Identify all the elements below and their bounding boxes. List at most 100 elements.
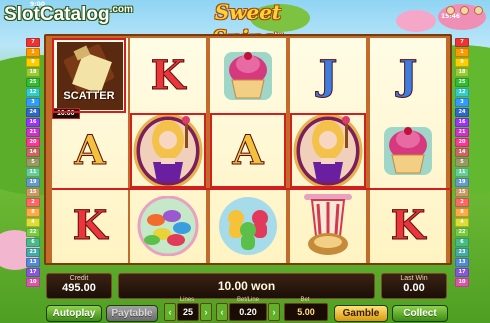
- game-logo: Sweet Spinstm: [213, 0, 284, 49]
- game-stage: SlotCatalog.com 9:00 15:46 Sweet Spinstm…: [0, 0, 490, 323]
- winning-payline: [52, 188, 452, 190]
- last-win-panel: Last Win 0.00: [381, 273, 447, 299]
- payline-number: 20: [455, 138, 469, 147]
- symbol-a: A: [52, 113, 128, 188]
- symbol-letter: J: [398, 51, 418, 99]
- win-cell-highlight: [130, 113, 206, 188]
- menu-icon[interactable]: [460, 6, 469, 15]
- credit-panel: Credit 495.00: [46, 273, 112, 299]
- lines-decrease-button[interactable]: ‹: [164, 303, 176, 321]
- payline-number: 15: [26, 188, 40, 197]
- payline-number: 8: [455, 208, 469, 217]
- payline-number: 3: [26, 98, 40, 107]
- reel-5: JK: [370, 38, 446, 263]
- credit-label: Credit: [69, 275, 89, 282]
- lines-increase-button[interactable]: ›: [200, 303, 212, 321]
- symbol-j: J: [370, 38, 446, 113]
- payline-number: 9: [455, 58, 469, 67]
- symbol-k: K: [52, 188, 128, 263]
- watermark-logo: SlotCatalog.com: [4, 4, 133, 25]
- payline-number: 1: [455, 48, 469, 57]
- symbol-letter: K: [150, 51, 186, 99]
- payline-number: 9: [26, 58, 40, 67]
- bet-line-decrease-button[interactable]: ‹: [216, 303, 228, 321]
- payline-number: 23: [455, 248, 469, 257]
- payline-number: 22: [455, 228, 469, 237]
- payline-number: 19: [455, 178, 469, 187]
- payline-number: 14: [26, 148, 40, 157]
- symbol-letter: K: [72, 201, 108, 249]
- payline-number: 17: [26, 268, 40, 277]
- win-panel: 10.00 won: [118, 273, 375, 299]
- payline-number: 13: [455, 258, 469, 267]
- payline-number: 25: [455, 78, 469, 87]
- payline-number: 16: [455, 118, 469, 127]
- scatter-highlight: [52, 38, 126, 113]
- payline-number: 12: [26, 88, 40, 97]
- payline-number: 20: [26, 138, 40, 147]
- payline-number: 23: [26, 248, 40, 257]
- status-time-left: 9:00: [30, 1, 45, 8]
- payline-number: 10: [26, 278, 40, 287]
- symbol-cupcake: [370, 113, 446, 188]
- payline-number: 12: [455, 88, 469, 97]
- payline-number: 3: [455, 98, 469, 107]
- payline-number: 7: [26, 38, 40, 47]
- candy-tree: [396, 10, 436, 32]
- payline-number: 16: [26, 118, 40, 127]
- last-win-label: Last Win: [400, 275, 428, 282]
- payline-number: 6: [455, 238, 469, 247]
- payline-number: 25: [26, 78, 40, 87]
- payline-number: 4: [455, 218, 469, 227]
- symbol-cake-stand: [290, 188, 366, 263]
- payline-number: 24: [455, 108, 469, 117]
- payline-number: 5: [26, 158, 40, 167]
- payline-number: 10: [455, 278, 469, 287]
- payline-number: 2: [26, 198, 40, 207]
- symbol-k: K: [130, 38, 206, 113]
- payline-number: 8: [26, 208, 40, 217]
- close-icon[interactable]: [474, 6, 483, 15]
- last-win-value: 0.00: [403, 282, 425, 294]
- sound-icon[interactable]: [446, 6, 455, 15]
- lines-value: 25: [177, 303, 199, 321]
- payline-number: 19: [26, 178, 40, 187]
- symbol-k: K: [370, 188, 446, 263]
- payline-number: 24: [26, 108, 40, 117]
- symbol-cupcake: [210, 38, 286, 113]
- win-message: 10.00 won: [217, 279, 276, 293]
- payline-number: 17: [455, 268, 469, 277]
- symbol-j: J: [290, 38, 366, 113]
- payline-indicators-left: 7 1 9 18 25 12 3 24 16 21 20 14 5 11 19 15 2 8 4 22 6 23 13 17 1…: [26, 38, 40, 287]
- symbol-letter: A: [74, 126, 106, 174]
- bet-value: 5.00: [284, 303, 328, 321]
- payline-number: 21: [26, 128, 40, 137]
- payline-number: 2: [455, 198, 469, 207]
- gamble-button[interactable]: Gamble: [334, 305, 388, 322]
- payline-number: 13: [26, 258, 40, 267]
- payline-number: 11: [455, 168, 469, 177]
- autoplay-button[interactable]: Autoplay: [46, 305, 102, 322]
- payline-number: 1: [26, 48, 40, 57]
- bet-line-value: 0.20: [229, 303, 267, 321]
- payline-number: 4: [26, 218, 40, 227]
- payline-number: 18: [26, 68, 40, 77]
- payline-number: 5: [455, 158, 469, 167]
- payline-number: 6: [26, 238, 40, 247]
- collect-button[interactable]: Collect: [392, 305, 448, 322]
- symbol-letter: K: [390, 201, 426, 249]
- payline-number: 21: [455, 128, 469, 137]
- bet-line-increase-button[interactable]: ›: [268, 303, 280, 321]
- payline-number: 18: [455, 68, 469, 77]
- symbol-letter: J: [318, 51, 338, 99]
- payline-number: 22: [26, 228, 40, 237]
- payline-number: 14: [455, 148, 469, 157]
- win-cell-highlight: [290, 113, 366, 188]
- payline-number: 15: [455, 188, 469, 197]
- payline-number: 11: [26, 168, 40, 177]
- paytable-button[interactable]: Paytable: [106, 305, 158, 322]
- win-cell-highlight: [210, 113, 286, 188]
- symbol-jellybeans: [130, 188, 206, 263]
- credit-value: 495.00: [62, 282, 96, 294]
- payline-number: 7: [455, 38, 469, 47]
